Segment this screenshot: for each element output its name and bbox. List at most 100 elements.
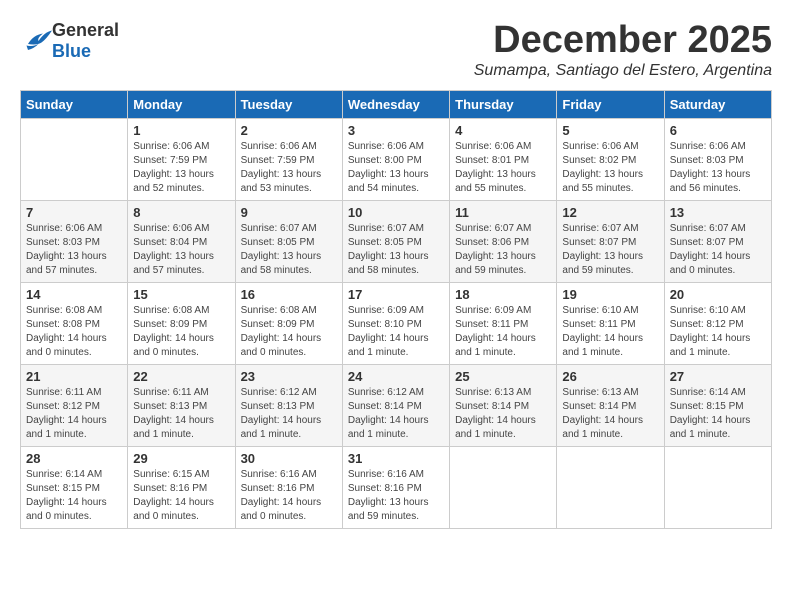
- table-row: [557, 446, 664, 528]
- header-friday: Friday: [557, 90, 664, 118]
- day-info: Sunrise: 6:07 AMSunset: 8:05 PMDaylight:…: [348, 222, 444, 278]
- day-number: 15: [133, 287, 229, 302]
- day-number: 9: [241, 205, 337, 220]
- header-wednesday: Wednesday: [342, 90, 449, 118]
- table-row: 22 Sunrise: 6:11 AMSunset: 8:13 PMDayligh…: [128, 364, 235, 446]
- day-info: Sunrise: 6:16 AMSunset: 8:16 PMDaylight:…: [241, 468, 337, 524]
- table-row: 1 Sunrise: 6:06 AMSunset: 7:59 PMDaylight…: [128, 118, 235, 200]
- day-number: 5: [562, 123, 658, 138]
- calendar-table: Sunday Monday Tuesday Wednesday Thursday…: [20, 90, 772, 529]
- table-row: 30Sunrise: 6:16 AMSunset: 8:16 PMDayligh…: [235, 446, 342, 528]
- day-number: 31: [348, 451, 444, 466]
- day-info: Sunrise: 6:12 AMSunset: 8:13 PMDaylight:…: [241, 386, 337, 442]
- table-row: 23 Sunrise: 6:12 AMSunset: 8:13 PMDayligh…: [235, 364, 342, 446]
- table-row: 6Sunrise: 6:06 AMSunset: 8:03 PMDaylight…: [664, 118, 771, 200]
- header-sunday: Sunday: [21, 90, 128, 118]
- table-row: [664, 446, 771, 528]
- table-row: [450, 446, 557, 528]
- day-number: 21: [26, 369, 122, 384]
- day-info: Sunrise: 6:06 AMSunset: 8:03 PMDaylight:…: [670, 140, 766, 196]
- day-number: 3: [348, 123, 444, 138]
- month-title: December 2025: [474, 20, 772, 62]
- day-number: 14: [26, 287, 122, 302]
- table-row: 15 Sunrise: 6:08 AMSunset: 8:09 PMDayligh…: [128, 282, 235, 364]
- day-number: 13: [670, 205, 766, 220]
- day-number: 20: [670, 287, 766, 302]
- table-row: 31Sunrise: 6:16 AMSunset: 8:16 PMDayligh…: [342, 446, 449, 528]
- day-number: 1: [133, 123, 229, 138]
- day-info: Sunrise: 6:06 AMSunset: 8:02 PMDaylight:…: [562, 140, 658, 196]
- table-row: 18Sunrise: 6:09 AMSunset: 8:11 PMDayligh…: [450, 282, 557, 364]
- calendar-week-row: 7 Sunrise: 6:06 AMSunset: 8:03 PMDaylight…: [21, 200, 772, 282]
- header-saturday: Saturday: [664, 90, 771, 118]
- day-number: 8: [133, 205, 229, 220]
- header-monday: Monday: [128, 90, 235, 118]
- day-info: Sunrise: 6:13 AMSunset: 8:14 PMDaylight:…: [455, 386, 551, 442]
- day-info: Sunrise: 6:06 AMSunset: 7:59 PMDaylight:…: [241, 140, 337, 196]
- calendar-week-row: 21Sunrise: 6:11 AMSunset: 8:12 PMDayligh…: [21, 364, 772, 446]
- table-row: 20 Sunrise: 6:10 AMSunset: 8:12 PMDayligh…: [664, 282, 771, 364]
- day-number: 7: [26, 205, 122, 220]
- day-info: Sunrise: 6:08 AMSunset: 8:09 PMDaylight:…: [133, 304, 229, 360]
- calendar-header-row: Sunday Monday Tuesday Wednesday Thursday…: [21, 90, 772, 118]
- day-number: 16: [241, 287, 337, 302]
- day-number: 10: [348, 205, 444, 220]
- day-info: Sunrise: 6:09 AMSunset: 8:10 PMDaylight:…: [348, 304, 444, 360]
- day-info: Sunrise: 6:10 AMSunset: 8:11 PMDaylight:…: [562, 304, 658, 360]
- table-row: 16 Sunrise: 6:08 AMSunset: 8:09 PMDayligh…: [235, 282, 342, 364]
- day-number: 11: [455, 205, 551, 220]
- day-info: Sunrise: 6:10 AMSunset: 8:12 PMDaylight:…: [670, 304, 766, 360]
- day-number: 24: [348, 369, 444, 384]
- day-number: 29: [133, 451, 229, 466]
- page-header: General Blue December 2025 Sumampa, Sant…: [20, 20, 772, 80]
- day-number: 23: [241, 369, 337, 384]
- day-info: Sunrise: 6:06 AMSunset: 8:04 PMDaylight:…: [133, 222, 229, 278]
- day-info: Sunrise: 6:07 AMSunset: 8:05 PMDaylight:…: [241, 222, 337, 278]
- table-row: 21Sunrise: 6:11 AMSunset: 8:12 PMDayligh…: [21, 364, 128, 446]
- day-info: Sunrise: 6:12 AMSunset: 8:14 PMDaylight:…: [348, 386, 444, 442]
- table-row: 27Sunrise: 6:14 AMSunset: 8:15 PMDayligh…: [664, 364, 771, 446]
- table-row: 19Sunrise: 6:10 AMSunset: 8:11 PMDayligh…: [557, 282, 664, 364]
- calendar-week-row: 1 Sunrise: 6:06 AMSunset: 7:59 PMDaylight…: [21, 118, 772, 200]
- table-row: 5 Sunrise: 6:06 AMSunset: 8:02 PMDaylight…: [557, 118, 664, 200]
- day-info: Sunrise: 6:13 AMSunset: 8:14 PMDaylight:…: [562, 386, 658, 442]
- day-number: 28: [26, 451, 122, 466]
- day-number: 12: [562, 205, 658, 220]
- logo-icon: [22, 29, 52, 53]
- table-row: 4Sunrise: 6:06 AMSunset: 8:01 PMDaylight…: [450, 118, 557, 200]
- day-number: 17: [348, 287, 444, 302]
- table-row: 17 Sunrise: 6:09 AMSunset: 8:10 PMDayligh…: [342, 282, 449, 364]
- table-row: 8 Sunrise: 6:06 AMSunset: 8:04 PMDaylight…: [128, 200, 235, 282]
- title-block: December 2025 Sumampa, Santiago del Este…: [474, 20, 772, 80]
- day-info: Sunrise: 6:09 AMSunset: 8:11 PMDaylight:…: [455, 304, 551, 360]
- day-number: 25: [455, 369, 551, 384]
- logo-text: General Blue: [52, 20, 119, 62]
- table-row: 7 Sunrise: 6:06 AMSunset: 8:03 PMDaylight…: [21, 200, 128, 282]
- day-info: Sunrise: 6:11 AMSunset: 8:13 PMDaylight:…: [133, 386, 229, 442]
- table-row: 2 Sunrise: 6:06 AMSunset: 7:59 PMDaylight…: [235, 118, 342, 200]
- table-row: 3Sunrise: 6:06 AMSunset: 8:00 PMDaylight…: [342, 118, 449, 200]
- calendar-week-row: 14 Sunrise: 6:08 AMSunset: 8:08 PMDayligh…: [21, 282, 772, 364]
- table-row: 26Sunrise: 6:13 AMSunset: 8:14 PMDayligh…: [557, 364, 664, 446]
- day-info: Sunrise: 6:06 AMSunset: 7:59 PMDaylight:…: [133, 140, 229, 196]
- table-row: 29 Sunrise: 6:15 AMSunset: 8:16 PMDayligh…: [128, 446, 235, 528]
- day-number: 2: [241, 123, 337, 138]
- day-info: Sunrise: 6:07 AMSunset: 8:06 PMDaylight:…: [455, 222, 551, 278]
- day-info: Sunrise: 6:06 AMSunset: 8:03 PMDaylight:…: [26, 222, 122, 278]
- day-info: Sunrise: 6:14 AMSunset: 8:15 PMDaylight:…: [670, 386, 766, 442]
- day-number: 22: [133, 369, 229, 384]
- table-row: 28 Sunrise: 6:14 AMSunset: 8:15 PMDayligh…: [21, 446, 128, 528]
- day-info: Sunrise: 6:08 AMSunset: 8:09 PMDaylight:…: [241, 304, 337, 360]
- day-info: Sunrise: 6:15 AMSunset: 8:16 PMDaylight:…: [133, 468, 229, 524]
- table-row: 11 Sunrise: 6:07 AMSunset: 8:06 PMDayligh…: [450, 200, 557, 282]
- day-info: Sunrise: 6:14 AMSunset: 8:15 PMDaylight:…: [26, 468, 122, 524]
- table-row: 10 Sunrise: 6:07 AMSunset: 8:05 PMDayligh…: [342, 200, 449, 282]
- table-row: 12 Sunrise: 6:07 AMSunset: 8:07 PMDayligh…: [557, 200, 664, 282]
- header-tuesday: Tuesday: [235, 90, 342, 118]
- calendar-week-row: 28 Sunrise: 6:14 AMSunset: 8:15 PMDayligh…: [21, 446, 772, 528]
- header-thursday: Thursday: [450, 90, 557, 118]
- table-row: [21, 118, 128, 200]
- day-number: 4: [455, 123, 551, 138]
- day-info: Sunrise: 6:07 AMSunset: 8:07 PMDaylight:…: [562, 222, 658, 278]
- day-info: Sunrise: 6:08 AMSunset: 8:08 PMDaylight:…: [26, 304, 122, 360]
